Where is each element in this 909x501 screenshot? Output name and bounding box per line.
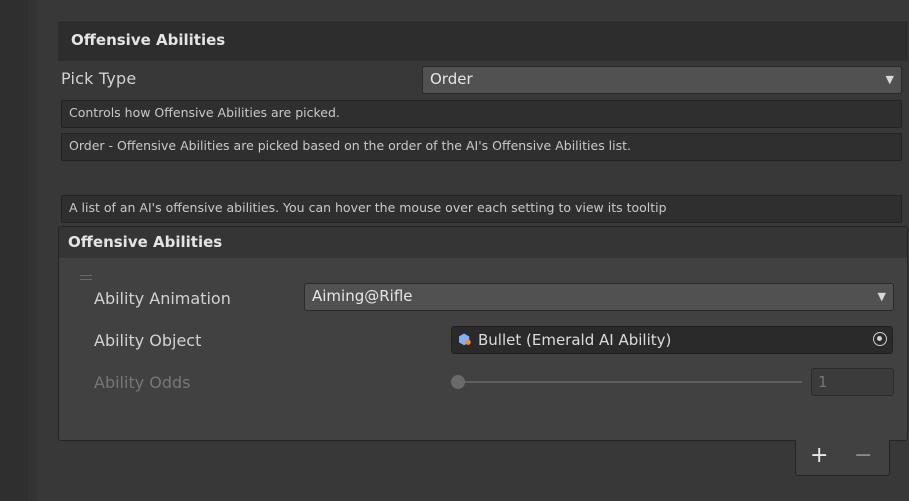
pick-type-dropdown[interactable]: Order ▼ [422,66,902,94]
section-header: Offensive Abilities [58,20,908,61]
ability-odds-value: 1 [818,373,828,391]
help-order-text: Order - Offensive Abilities are picked b… [69,138,632,153]
ability-object-value: Bullet (Emerald AI Ability) [478,331,672,349]
ability-odds-input[interactable]: 1 [811,368,894,396]
add-item-button[interactable]: + [810,442,828,470]
abilities-list-title: Offensive Abilities [68,233,223,251]
remove-item-button[interactable]: − [854,442,872,470]
dropdown-arrow-icon: ▼ [885,73,894,86]
drag-handle-icon[interactable] [80,275,92,282]
ability-odds-slider-track[interactable] [459,381,802,383]
inspector-left-gutter [0,0,28,501]
ability-object-label: Ability Object [94,331,202,350]
inspector-indent-gutter [28,0,37,501]
object-picker-icon[interactable] [873,332,887,346]
list-footer: + − [795,440,890,476]
ability-odds-slider-thumb[interactable] [451,375,465,389]
help-list-info: A list of an AI's offensive abilities. Y… [61,195,902,223]
dropdown-arrow-icon: ▼ [877,290,886,303]
help-order: Order - Offensive Abilities are picked b… [61,133,902,161]
help-controls-text: Controls how Offensive Abilities are pic… [69,105,340,120]
section-title: Offensive Abilities [71,31,226,49]
help-list-info-text: A list of an AI's offensive abilities. Y… [69,200,667,215]
ability-animation-value: Aiming@Rifle [312,287,413,305]
pick-type-label: Pick Type [61,69,137,88]
pick-type-value: Order [430,70,473,88]
abilities-list-header: Offensive Abilities [58,226,908,259]
ability-odds-label: Ability Odds [94,373,191,392]
ability-object-icon: ⬢ ● [458,332,472,348]
ability-object-field[interactable]: ⬢ ● Bullet (Emerald AI Ability) [451,326,893,354]
ability-animation-label: Ability Animation [94,289,231,308]
help-controls: Controls how Offensive Abilities are pic… [61,100,902,128]
ability-animation-dropdown[interactable]: Aiming@Rifle ▼ [304,283,894,311]
